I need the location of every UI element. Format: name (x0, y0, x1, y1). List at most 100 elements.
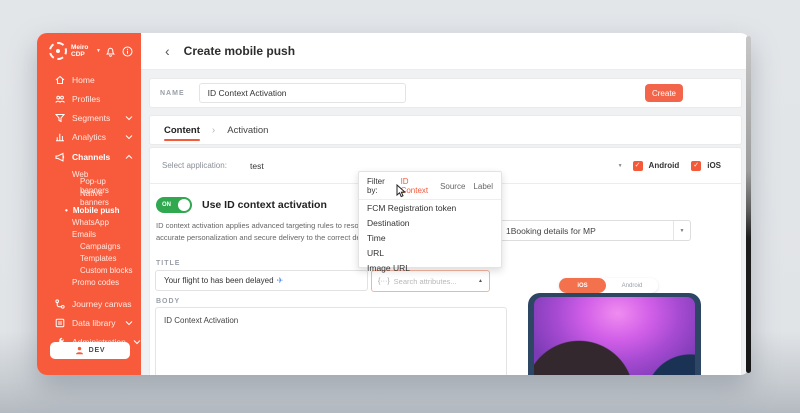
sidebar-item-label: Promo codes (72, 278, 119, 287)
attribute-braces-icon: {···} (378, 278, 390, 285)
sidebar-item-emails[interactable]: Emails (37, 228, 141, 240)
name-label: NAME (160, 90, 185, 97)
dropdown-item-url[interactable]: URL (359, 245, 501, 260)
sidebar-item-segments[interactable]: Segments (37, 108, 141, 127)
id-context-toggle-label: Use ID context activation (202, 199, 327, 211)
sidebar-item-label: Analytics (72, 132, 106, 142)
sidebar-item-native-banners[interactable]: Native banners (37, 192, 141, 204)
meiro-logo-icon (49, 42, 67, 60)
create-button[interactable]: Create (645, 84, 683, 102)
chevron-up-icon (125, 154, 133, 160)
sidebar-item-profiles[interactable]: Profiles (37, 89, 141, 108)
dropdown-item-time[interactable]: Time (359, 230, 501, 245)
sidebar-item-label: Mobile push (73, 206, 120, 215)
template-select[interactable]: 1Booking details for MP ▼ (498, 220, 691, 241)
page-title: Create mobile push (184, 44, 295, 58)
sidebar-item-label: Home (72, 75, 95, 85)
dropdown-item-fcm-token[interactable]: FCM Registration token (359, 200, 501, 215)
preview-android-button[interactable]: Android (606, 278, 658, 293)
title-input[interactable]: Your flight to has been delayed ✈ (155, 270, 368, 291)
name-input[interactable] (199, 83, 406, 103)
sidebar-item-label: Data library (72, 318, 115, 328)
sidebar: Meiro CDP ▼ Home Profiles Seg (37, 33, 141, 375)
sidebar-item-label: Native banners (80, 189, 133, 207)
android-checkbox[interactable]: ✓ (633, 161, 643, 171)
sidebar-item-analytics[interactable]: Analytics (37, 127, 141, 146)
sidebar-item-channels[interactable]: Channels (37, 146, 141, 168)
tab-activation[interactable]: Activation (227, 116, 268, 144)
sidebar-item-label: WhatsApp (72, 218, 109, 227)
caret-up-icon: ▲ (478, 278, 483, 284)
sidebar-item-label: Campaigns (80, 242, 120, 251)
sidebar-logo-row: Meiro CDP ▼ (37, 33, 141, 60)
ios-checkbox[interactable]: ✓ (691, 161, 701, 171)
page-header: ‹ Create mobile push (141, 33, 750, 70)
template-select-value: 1Booking details for MP (499, 226, 596, 236)
tab-content[interactable]: Content (164, 116, 200, 144)
sidebar-item-label: Segments (72, 113, 110, 123)
screen-edge-bezel (746, 36, 751, 373)
filter-tab-source[interactable]: Source (440, 182, 465, 191)
caret-down-icon: ▼ (618, 163, 623, 169)
id-context-toggle[interactable]: ON (156, 197, 192, 213)
dev-user-button[interactable]: DEV (50, 342, 130, 359)
search-attributes-placeholder: Search attributes... (394, 277, 457, 286)
data-library-icon (55, 318, 65, 328)
dropdown-item-destination[interactable]: Destination (359, 215, 501, 230)
back-button[interactable]: ‹ (165, 44, 170, 58)
preview-ios-button[interactable]: iOS (559, 278, 606, 293)
user-icon (75, 346, 84, 355)
app-window: Meiro CDP ▼ Home Profiles Seg (37, 33, 750, 375)
info-icon[interactable] (122, 46, 133, 57)
home-icon (55, 75, 65, 85)
sidebar-item-templates[interactable]: Templates (37, 252, 141, 264)
android-label: Android (649, 161, 680, 170)
sidebar-item-label: Profiles (72, 94, 100, 104)
chevron-down-icon (125, 320, 133, 326)
sidebar-item-label: Emails (72, 230, 96, 239)
title-input-value: Your flight to has been delayed (164, 276, 274, 285)
desktop-background: Meiro CDP ▼ Home Profiles Seg (0, 0, 800, 413)
application-select-value: test (240, 161, 264, 171)
logo-text: Meiro CDP (71, 44, 92, 59)
phone-wallpaper (534, 297, 695, 375)
megaphone-icon (55, 152, 65, 162)
body-label: BODY (156, 298, 180, 305)
sidebar-nav: Home Profiles Segments Analytics (37, 70, 141, 351)
dev-button-label: DEV (89, 347, 106, 354)
name-row: NAME Create (149, 78, 742, 108)
profiles-icon (55, 94, 65, 104)
phone-preview-frame (528, 293, 701, 375)
sidebar-item-label: Custom blocks (80, 266, 132, 275)
chart-icon (55, 132, 65, 142)
sidebar-item-promo-codes[interactable]: Promo codes (37, 276, 141, 288)
sidebar-item-label: Journey canvas (72, 299, 132, 309)
sidebar-item-custom-blocks[interactable]: Custom blocks (37, 264, 141, 276)
sidebar-item-home[interactable]: Home (37, 70, 141, 89)
workspace-caret-icon[interactable]: ▼ (96, 49, 101, 54)
tabs-bar: Content › Activation (149, 115, 742, 145)
body-textarea[interactable]: ID Context Activation (155, 307, 507, 375)
sidebar-item-journey-canvas[interactable]: Journey canvas (37, 294, 141, 313)
tab-separator-icon: › (212, 125, 215, 136)
select-application-label: Select application: (162, 161, 240, 170)
sidebar-item-campaigns[interactable]: Campaigns (37, 240, 141, 252)
journey-canvas-icon (55, 299, 65, 309)
airplane-icon: ✈ (277, 276, 284, 285)
attributes-dropdown: Filter by: ID Context Source Label FCM R… (358, 171, 502, 268)
filter-by-row: Filter by: ID Context Source Label (359, 172, 501, 200)
ios-label: iOS (707, 161, 721, 170)
filter-by-label: Filter by: (367, 177, 393, 195)
sidebar-item-data-library[interactable]: Data library (37, 313, 141, 332)
active-bullet-icon: • (65, 206, 68, 215)
bell-icon[interactable] (105, 46, 116, 57)
mouse-cursor (396, 184, 406, 198)
platform-checkboxes: ✓ Android ✓ iOS (633, 161, 729, 171)
chevron-down-icon (125, 134, 133, 140)
sidebar-item-whatsapp[interactable]: WhatsApp (37, 216, 141, 228)
sidebar-item-label: Templates (80, 254, 116, 263)
dropdown-item-image-url[interactable]: Image URL (359, 260, 501, 275)
chevron-down-icon (133, 339, 141, 345)
chevron-down-icon (125, 115, 133, 121)
filter-tab-label[interactable]: Label (473, 182, 493, 191)
